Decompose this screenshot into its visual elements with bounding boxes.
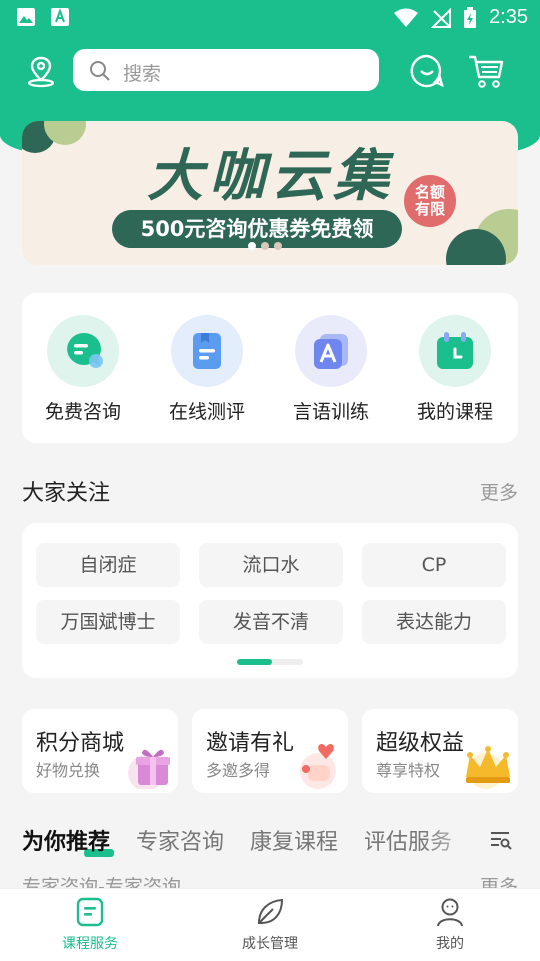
banner-dot [248, 242, 256, 250]
tag-chip[interactable]: CP [362, 543, 506, 587]
promo-subtitle: 多邀多得 [206, 761, 271, 780]
calendar-icon [437, 332, 473, 369]
service-speech-training[interactable]: 言语训练 [276, 315, 386, 424]
tabs-fade [422, 824, 492, 860]
tag-chip[interactable]: 自闭症 [36, 543, 180, 587]
status-bar: 2:35 [0, 0, 540, 36]
gift-icon [128, 749, 170, 789]
nav-course-service[interactable]: 课程服务 [30, 897, 150, 953]
document-icon [193, 333, 221, 369]
tags-scroll-indicator [237, 659, 303, 665]
nav-label: 我的 [436, 936, 464, 952]
banner-dot [261, 242, 269, 250]
search-icon [90, 61, 110, 81]
banner-badge-line1: 名额 [414, 183, 445, 201]
gallery-icon [17, 8, 35, 26]
attention-section-header: 大家关注 更多 [22, 475, 518, 506]
service-my-courses[interactable]: 我的课程 [400, 315, 510, 424]
tab-recommend[interactable]: 为你推荐 [22, 824, 110, 856]
app-notification-icon [51, 8, 69, 26]
service-label: 在线测评 [168, 401, 245, 423]
service-label: 言语训练 [292, 401, 369, 423]
hot-tags-card: 自闭症 流口水 CP 万国斌博士 发音不清 表达能力 [22, 523, 518, 678]
promo-invite-reward[interactable]: 邀请有礼 多邀多得 [192, 709, 348, 793]
banner-badge-line2: 有限 [414, 200, 445, 218]
location-pin-icon [27, 56, 55, 88]
leaf-icon [257, 898, 284, 924]
nav-growth-management[interactable]: 成长管理 [210, 897, 330, 953]
recommend-tabs: 为你推荐 专家咨询 康复课程 评估服务 [22, 824, 540, 864]
promo-title: 积分商城 [36, 731, 125, 756]
banner-title: 大咖云集 [147, 143, 395, 209]
more-link[interactable]: 更多 [480, 478, 518, 505]
cart-button[interactable] [467, 53, 505, 89]
chat-bubble-icon [67, 332, 103, 368]
search-placeholder: 搜索 [123, 63, 162, 85]
section-title: 大家关注 [22, 481, 111, 506]
message-button[interactable] [410, 54, 444, 88]
search-input[interactable]: 搜索 [73, 49, 379, 91]
service-label: 免费咨询 [44, 401, 121, 423]
tag-chip[interactable]: 发音不清 [199, 600, 343, 644]
bottom-navigation: 课程服务 成长管理 我的 [0, 888, 540, 961]
banner-dot [274, 242, 282, 250]
wifi-icon [394, 8, 419, 27]
course-book-icon [76, 897, 104, 927]
nav-label: 课程服务 [62, 936, 118, 952]
services-card: 免费咨询 在线测评 言语训练 我的课程 [22, 293, 518, 443]
promo-title: 邀请有礼 [206, 731, 295, 756]
tab-expert-consult[interactable]: 专家咨询 [136, 824, 224, 856]
promo-subtitle: 尊享特权 [376, 761, 441, 780]
tag-chip[interactable]: 流口水 [199, 543, 343, 587]
search-row: 搜索 [0, 48, 540, 92]
promo-title: 超级权益 [376, 731, 465, 756]
battery-charging-icon [464, 6, 477, 28]
nav-mine[interactable]: 我的 [390, 897, 510, 953]
filter-list-icon[interactable] [489, 828, 513, 852]
promo-subtitle: 好物兑换 [36, 761, 101, 780]
nav-label: 成长管理 [242, 936, 298, 952]
banner-page-indicator [248, 242, 282, 250]
service-label: 我的课程 [416, 401, 493, 423]
banner-badge: 名额 有限 [404, 175, 456, 227]
user-icon [437, 898, 463, 927]
tag-chip[interactable]: 表达能力 [362, 600, 506, 644]
promo-points-mall[interactable]: 积分商城 好物兑换 [22, 709, 178, 793]
no-signal-icon [431, 7, 452, 28]
tab-rehab-courses[interactable]: 康复课程 [250, 824, 338, 856]
service-online-assessment[interactable]: 在线测评 [152, 315, 262, 424]
crown-icon [466, 746, 510, 789]
promo-banner[interactable]: 大咖云集 500元咨询优惠券免费领 名额 有限 [22, 121, 518, 265]
tag-chip[interactable]: 万国斌博士 [36, 600, 180, 644]
service-free-consult[interactable]: 免费咨询 [28, 315, 138, 424]
message-smile-icon [410, 54, 444, 88]
location-button[interactable] [24, 54, 58, 88]
status-time: 2:35 [489, 6, 528, 28]
heart-hand-icon [300, 744, 336, 789]
cart-icon [469, 55, 504, 88]
letter-a-icon [314, 334, 348, 369]
promo-super-benefits[interactable]: 超级权益 尊享特权 [362, 709, 518, 793]
